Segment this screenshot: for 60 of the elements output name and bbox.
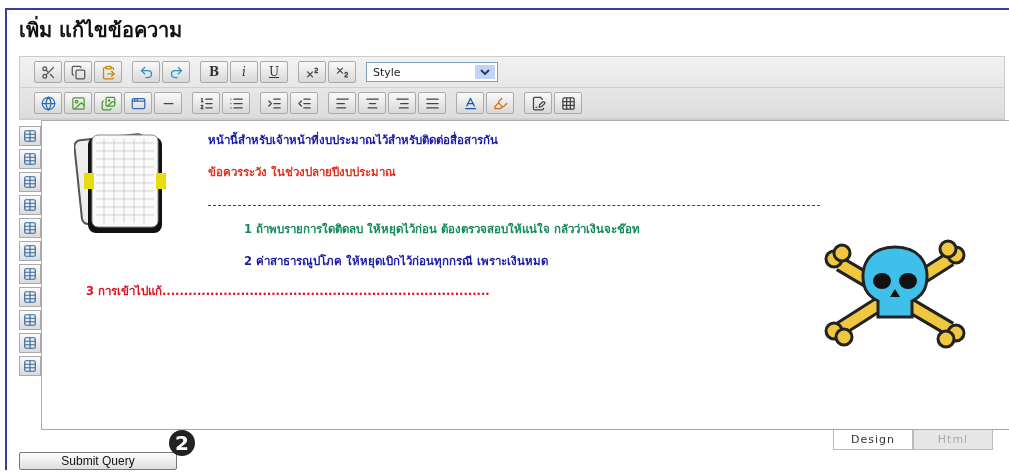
table-icon [23,244,37,258]
table-icon [23,175,37,189]
message-line: 2 ค่าสาธารณูปโภค ให้หยุดเบิกไว้ก่อนทุกกรณี เพราะเงินหมด [243,253,549,270]
table-tool-button[interactable] [19,218,41,238]
table-tool-button[interactable] [19,333,41,353]
table-icon [23,267,37,281]
table-tool-button[interactable] [19,310,41,330]
submit-button[interactable]: Submit Query [19,452,177,470]
justify-icon[interactable] [418,92,446,114]
format-button[interactable]: U [260,61,288,83]
table-icon [23,221,37,235]
cut-icon[interactable] [34,61,62,83]
grid-icon[interactable] [554,92,582,114]
copy-icon[interactable] [64,61,92,83]
style-dropdown[interactable]: Style [366,62,498,82]
image-icon[interactable] [64,92,92,114]
subscript-icon[interactable] [328,61,356,83]
font-color-icon[interactable] [456,92,484,114]
table-icon [23,129,37,143]
window-icon[interactable] [124,92,152,114]
globe-icon[interactable] [34,92,62,114]
table-tool-button[interactable] [19,264,41,284]
format-button[interactable]: i [230,61,258,83]
align-right-icon[interactable] [388,92,416,114]
editor-area[interactable] [41,120,1009,430]
message-line: ข้อควรระวัง ในช่วงปลายปีงบประมาณ [208,164,397,181]
table-tool-button[interactable] [19,356,41,376]
table-icon [23,313,37,327]
page-title: เพิ่ม แก้ไขข้อความ [19,16,183,44]
table-icon [23,152,37,166]
table-icon [23,198,37,212]
edit-icon[interactable] [524,92,552,114]
table-tool-button[interactable] [19,172,41,192]
highlighter-icon[interactable] [486,92,514,114]
table-icon [23,359,37,373]
undo-icon[interactable] [132,61,160,83]
table-tool-button[interactable] [19,241,41,261]
outdent-icon[interactable] [290,92,318,114]
message-line: หน้านี้สำหรับเจ้าหน้าที่งบประมาณไว้สำหรับติดต่อสื่อสารกัน [208,131,499,149]
paste-icon[interactable] [94,61,122,83]
message-line: 1 ถ้าพบรายการใดติดลบ ให้หยุดไว้ก่อน ต้องตรวจสอบให้แน่ใจ กลัวว่าเงินจะช๊อท [243,221,642,238]
table-icon [23,290,37,304]
caret-icon [475,65,495,79]
redo-icon[interactable] [162,61,190,83]
numbered-list-icon[interactable] [192,92,220,114]
indent-icon[interactable] [260,92,288,114]
table-tool-button[interactable] [19,126,41,146]
superscript-icon[interactable] [298,61,326,83]
mode-tab[interactable]: Design [833,430,913,450]
format-button[interactable]: B [200,61,228,83]
align-left-icon[interactable] [328,92,356,114]
table-icon [23,336,37,350]
images-icon[interactable] [94,92,122,114]
number-badge: 2 [169,430,195,456]
message-line: 3 การเข้าไปแก้........................................................................... [86,283,491,300]
bullet-list-icon[interactable] [222,92,250,114]
table-tool-button[interactable] [19,195,41,215]
align-center-icon[interactable] [358,92,386,114]
table-tool-button[interactable] [19,149,41,169]
table-tool-button[interactable] [19,287,41,307]
